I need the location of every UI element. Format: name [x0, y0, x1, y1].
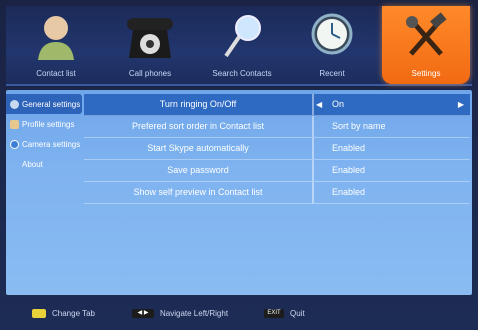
top-navigation-bar: Contact list Call phones Search Contacts…	[6, 6, 472, 86]
sidebar-item-camera-settings[interactable]: Camera settings	[6, 134, 82, 154]
tab-label: Settings	[411, 69, 441, 78]
tab-label: Call phones	[128, 69, 172, 78]
column-divider	[312, 116, 314, 137]
clock-icon	[310, 12, 354, 67]
setting-value: Enabled	[332, 187, 366, 197]
legend-label: Navigate Left/Right	[160, 309, 229, 318]
legend-change-tab: Change Tab	[32, 309, 95, 318]
legend-navigate: ◀ ▶ Navigate Left/Right	[132, 309, 228, 318]
camera-icon	[10, 139, 19, 149]
tab-contact-list[interactable]: Contact list	[12, 6, 100, 84]
legend-label: Quit	[290, 309, 305, 318]
tab-call-phones[interactable]: Call phones	[106, 6, 194, 84]
sidebar-item-about[interactable]: About	[6, 154, 82, 174]
setting-value: Sort by name	[332, 121, 386, 131]
sidebar-item-label: About	[22, 159, 43, 169]
sidebar-item-general-settings[interactable]: General settings	[6, 94, 82, 114]
sidebar-item-label: Profile settings	[22, 119, 75, 129]
column-divider	[312, 94, 314, 115]
tab-label: Recent	[319, 69, 345, 78]
telephone-icon	[123, 12, 177, 67]
yellow-key-icon	[32, 309, 46, 318]
legend-label: Change Tab	[52, 309, 95, 318]
setting-value: Enabled	[332, 143, 366, 153]
settings-panel: General settings Profile settings Camera…	[6, 90, 472, 295]
setting-row-save-password[interactable]: Save password Enabled	[84, 160, 470, 182]
setting-name: Turn ringing On/Off	[159, 99, 237, 109]
legend-quit: EXIT Quit	[264, 309, 305, 318]
setting-name: Save password	[167, 165, 229, 175]
column-divider	[312, 160, 314, 181]
sidebar-item-label: General settings	[22, 99, 81, 109]
sidebar-item-profile-settings[interactable]: Profile settings	[6, 114, 82, 134]
setting-value: Enabled	[332, 165, 366, 175]
tab-label: Search Contacts	[212, 69, 272, 78]
profile-icon	[10, 119, 19, 129]
setting-name: Start Skype automatically	[147, 143, 249, 153]
tab-recent[interactable]: Recent	[288, 6, 376, 84]
contact-person-icon	[34, 12, 78, 67]
gear-icon	[10, 99, 19, 109]
setting-row-self-preview[interactable]: Show self preview in Contact list Enable…	[84, 182, 470, 204]
settings-list: Turn ringing On/Off ◀ On ▶ Prefered sort…	[84, 94, 470, 204]
setting-name: Show self preview in Contact list	[133, 187, 263, 197]
magnifier-icon	[220, 12, 264, 67]
arrow-right-icon[interactable]: ▶	[458, 94, 464, 115]
footer-key-legend: Change Tab ◀ ▶ Navigate Left/Right EXIT …	[6, 306, 472, 326]
setting-row-start-skype[interactable]: Start Skype automatically Enabled	[84, 138, 470, 160]
left-right-keys-icon: ◀ ▶	[132, 309, 154, 318]
exit-key-icon: EXIT	[264, 309, 284, 318]
tools-icon	[403, 12, 449, 67]
setting-value: On	[332, 99, 345, 109]
sidebar-item-label: Camera settings	[22, 139, 81, 149]
tab-label: Contact list	[36, 69, 76, 78]
setting-row-sort-order[interactable]: Prefered sort order in Contact list Sort…	[84, 116, 470, 138]
column-divider	[312, 138, 314, 159]
tab-settings[interactable]: Settings	[382, 6, 470, 84]
setting-row-turn-ringing[interactable]: Turn ringing On/Off ◀ On ▶	[84, 94, 470, 116]
column-divider	[312, 182, 314, 203]
setting-name: Prefered sort order in Contact list	[131, 121, 265, 131]
settings-sidebar: General settings Profile settings Camera…	[6, 94, 82, 174]
tab-search-contacts[interactable]: Search Contacts	[198, 6, 286, 84]
screen: Contact list Call phones Search Contacts…	[0, 0, 478, 330]
